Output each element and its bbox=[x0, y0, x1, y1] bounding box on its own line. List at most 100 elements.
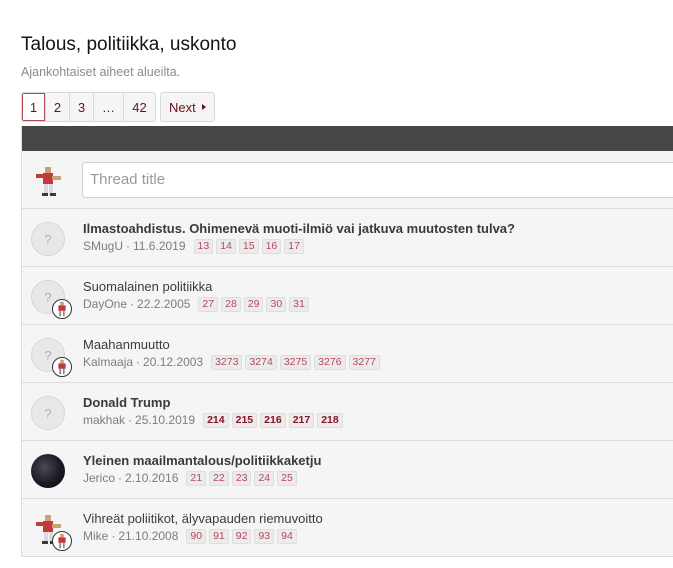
thread-page-link[interactable]: 22 bbox=[209, 471, 229, 486]
thread-page-link[interactable]: 90 bbox=[186, 529, 207, 544]
question-mark-icon: ? bbox=[44, 231, 52, 247]
thread-meta: Mike · 21.10.2008 90 91 92 93 94 bbox=[83, 529, 323, 544]
page-link-last[interactable]: 42 bbox=[124, 93, 155, 121]
thread-meta: Kalmaaja · 20.12.2003 3273 3274 3275 327… bbox=[83, 355, 383, 370]
caret-right-icon bbox=[201, 104, 206, 110]
thread-page-link[interactable]: 31 bbox=[289, 297, 309, 312]
thread-main: Yleinen maailmantalous/politiikkaketju J… bbox=[83, 453, 321, 486]
thread-title-link[interactable]: Yleinen maailmantalous/politiikkaketju bbox=[83, 453, 321, 469]
thread-date: 11.6.2019 bbox=[133, 239, 186, 253]
thread-list: ? Ilmastoahdistus. Ohimenevä muoti-ilmiö… bbox=[21, 126, 673, 557]
meta-separator: · bbox=[118, 471, 123, 485]
thread-meta: DayOne · 22.2.2005 27 28 29 30 31 bbox=[83, 297, 312, 312]
thread-page-link[interactable]: 3277 bbox=[348, 355, 380, 370]
last-poster-avatar[interactable] bbox=[52, 357, 72, 377]
thread-page-link[interactable]: 217 bbox=[288, 413, 315, 428]
page-title: Talous, politiikka, uskonto bbox=[21, 34, 237, 55]
thread-page-links: 3273 3274 3275 3276 3277 bbox=[211, 355, 383, 370]
thread-page-link[interactable]: 3273 bbox=[211, 355, 243, 370]
avatar-placeholder[interactable]: ? bbox=[31, 396, 65, 430]
thread-page-links: 21 22 23 24 25 bbox=[186, 471, 299, 486]
page-link-1[interactable]: 1 bbox=[22, 93, 46, 121]
new-thread-row bbox=[22, 151, 673, 209]
thread-main: Maahanmuutto Kalmaaja · 20.12.2003 3273 … bbox=[83, 337, 383, 370]
thread-row: Vihreät poliitikot, älyvapauden riemuvoi… bbox=[22, 499, 673, 557]
thread-page-link[interactable]: 218 bbox=[317, 413, 343, 428]
thread-page-link[interactable]: 3275 bbox=[279, 355, 312, 370]
thread-title-link[interactable]: Donald Trump bbox=[83, 395, 346, 411]
thread-page-link[interactable]: 14 bbox=[216, 239, 236, 254]
thread-author[interactable]: SMugU bbox=[83, 239, 123, 254]
thread-author[interactable]: Kalmaaja bbox=[83, 355, 133, 370]
current-user-avatar-cell bbox=[22, 151, 78, 208]
thread-page-links: 27 28 29 30 31 bbox=[198, 297, 311, 312]
thread-page-link[interactable]: 30 bbox=[266, 297, 287, 312]
thread-title-link[interactable]: Vihreät poliitikot, älyvapauden riemuvoi… bbox=[83, 511, 323, 527]
avatar-cell: ? bbox=[22, 209, 78, 266]
page-link-2[interactable]: 2 bbox=[46, 93, 70, 121]
thread-author[interactable]: Jerico bbox=[83, 471, 115, 486]
question-mark-icon: ? bbox=[44, 347, 52, 363]
thread-page-link[interactable]: 25 bbox=[277, 471, 297, 486]
thread-page-link[interactable]: 24 bbox=[254, 471, 275, 486]
thread-title-link[interactable]: Suomalainen politiikka bbox=[83, 279, 312, 295]
thread-page-link[interactable]: 94 bbox=[277, 529, 297, 544]
thread-page-links: 214 215 216 217 218 bbox=[203, 413, 346, 428]
thread-date: 21.10.2008 bbox=[118, 529, 179, 543]
thread-page-link[interactable]: 13 bbox=[193, 239, 214, 254]
fighter-figure-icon bbox=[58, 533, 66, 549]
last-poster-avatar[interactable] bbox=[52, 531, 72, 551]
thread-page-link[interactable]: 23 bbox=[231, 471, 252, 486]
thread-date: 2.10.2016 bbox=[125, 471, 179, 485]
thread-page-link[interactable]: 16 bbox=[261, 239, 282, 254]
thread-page-link[interactable]: 92 bbox=[231, 529, 252, 544]
thread-page-link[interactable]: 29 bbox=[243, 297, 264, 312]
thread-date: 22.2.2005 bbox=[137, 297, 191, 311]
thread-page-link[interactable]: 17 bbox=[284, 239, 304, 254]
thread-meta: Jerico · 2.10.2016 21 22 23 24 25 bbox=[83, 471, 321, 486]
thread-page-link[interactable]: 3276 bbox=[314, 355, 346, 370]
thread-title-link[interactable]: Maahanmuutto bbox=[83, 337, 383, 353]
thread-page-link[interactable]: 93 bbox=[254, 529, 275, 544]
avatar-cell bbox=[22, 441, 78, 498]
page-link-3[interactable]: 3 bbox=[70, 93, 94, 121]
avatar-cell bbox=[22, 499, 78, 556]
thread-meta: SMugU · 11.6.2019 13 14 15 16 17 bbox=[83, 239, 515, 254]
page-links: 1 2 3 … 42 bbox=[21, 92, 156, 122]
forum-description: Ajankohtaiset aiheet alueilta. bbox=[21, 65, 181, 79]
thread-row: ? Donald Trump makhak · 25.10.2019 214 2… bbox=[22, 383, 673, 441]
thread-row: ? Suomalainen politiikka DayOne · 22.2.2… bbox=[22, 267, 673, 325]
thread-main: Donald Trump makhak · 25.10.2019 214 215… bbox=[83, 395, 346, 428]
thread-list-header bbox=[22, 126, 673, 151]
thread-author[interactable]: Mike bbox=[83, 529, 108, 544]
thread-page-link[interactable]: 28 bbox=[221, 297, 241, 312]
avatar-placeholder[interactable]: ? bbox=[31, 222, 65, 256]
thread-title-input[interactable] bbox=[82, 161, 673, 198]
thread-author[interactable]: makhak bbox=[83, 413, 125, 428]
page-jump-ellipsis[interactable]: … bbox=[94, 93, 124, 121]
thread-page-links: 90 91 92 93 94 bbox=[186, 529, 299, 544]
next-page-button[interactable]: Next bbox=[160, 92, 215, 122]
thread-meta: makhak · 25.10.2019 214 215 216 217 218 bbox=[83, 413, 346, 428]
thread-page-link[interactable]: 21 bbox=[186, 471, 207, 486]
fighter-figure-icon bbox=[58, 359, 66, 375]
thread-main: Ilmastoahdistus. Ohimenevä muoti-ilmiö v… bbox=[83, 221, 515, 254]
avatar[interactable] bbox=[31, 454, 65, 488]
avatar-cell: ? bbox=[22, 383, 78, 440]
thread-page-link[interactable]: 216 bbox=[260, 413, 286, 428]
thread-page-link[interactable]: 214 bbox=[203, 413, 229, 428]
thread-title-link[interactable]: Ilmastoahdistus. Ohimenevä muoti-ilmiö v… bbox=[83, 221, 515, 237]
thread-date: 20.12.2003 bbox=[143, 355, 204, 369]
thread-page-link[interactable]: 3274 bbox=[245, 355, 277, 370]
thread-page-link[interactable]: 91 bbox=[209, 529, 229, 544]
thread-page-link[interactable]: 15 bbox=[238, 239, 259, 254]
meta-separator: · bbox=[128, 413, 133, 427]
thread-row: ? Ilmastoahdistus. Ohimenevä muoti-ilmiö… bbox=[22, 209, 673, 267]
thread-page-links: 13 14 15 16 17 bbox=[193, 239, 307, 254]
avatar-cell: ? bbox=[22, 325, 78, 382]
thread-author[interactable]: DayOne bbox=[83, 297, 127, 312]
last-poster-avatar[interactable] bbox=[52, 299, 72, 319]
thread-page-link[interactable]: 215 bbox=[231, 413, 258, 428]
meta-separator: · bbox=[136, 355, 141, 369]
thread-page-link[interactable]: 27 bbox=[198, 297, 219, 312]
